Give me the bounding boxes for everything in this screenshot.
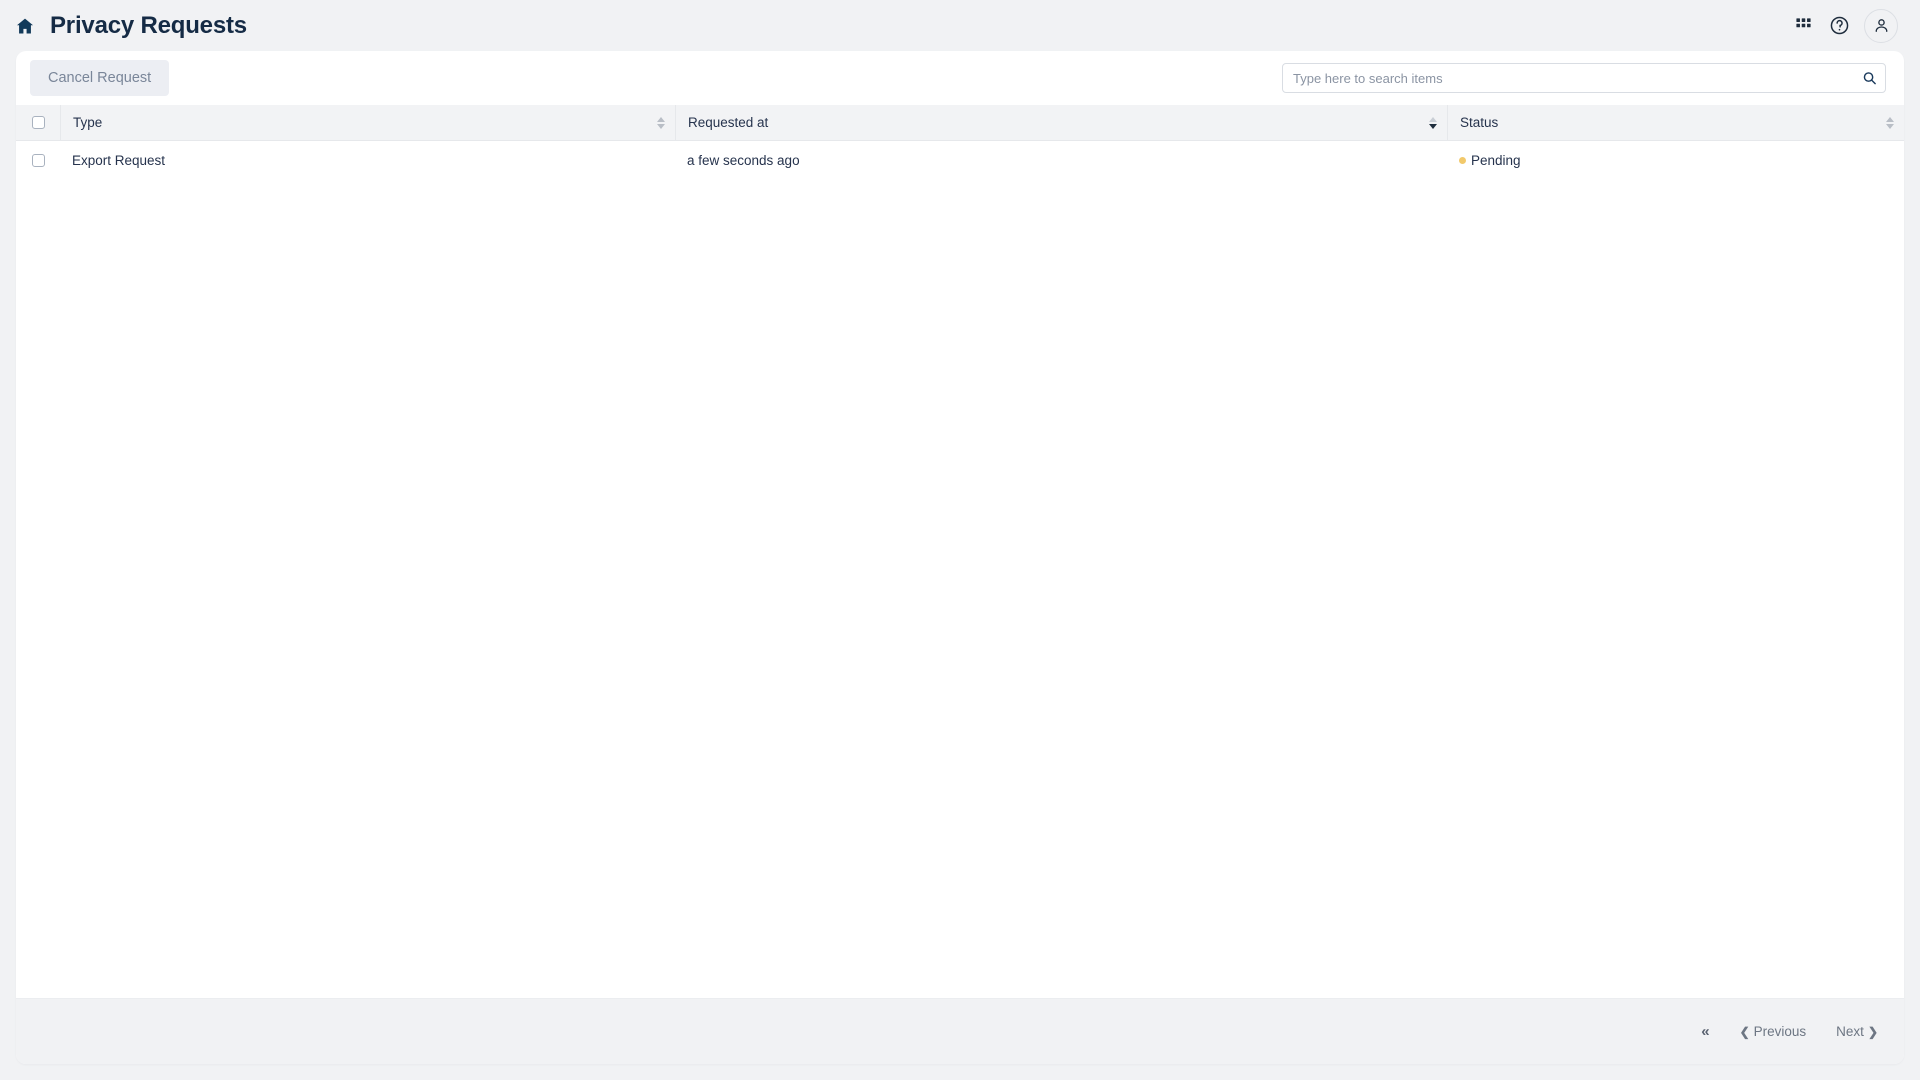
chevron-right-icon: ❯ <box>1867 1024 1878 1039</box>
row-checkbox[interactable] <box>31 153 45 167</box>
row-select-cell <box>16 153 60 167</box>
column-header-status-label: Status <box>1460 115 1499 130</box>
sort-icon-requested-at[interactable] <box>1429 116 1437 129</box>
help-circle-icon[interactable] <box>1828 15 1850 37</box>
select-all-checkbox[interactable] <box>31 116 45 129</box>
pagination-first-button[interactable]: « <box>1701 1023 1709 1040</box>
pagination-previous-label: Previous <box>1753 1024 1807 1039</box>
table-header-row: Type Requested at Status <box>16 105 1904 141</box>
home-icon[interactable] <box>14 15 36 37</box>
apps-grid-icon[interactable] <box>1792 15 1814 37</box>
search-input[interactable] <box>1282 63 1886 93</box>
cancel-request-button[interactable]: Cancel Request <box>30 59 170 97</box>
select-all-cell <box>16 116 60 129</box>
search-icon[interactable] <box>1862 71 1877 86</box>
user-avatar-icon[interactable] <box>1864 8 1898 43</box>
header-right-group <box>1792 8 1898 43</box>
column-header-type[interactable]: Type <box>60 105 675 140</box>
sort-icon-status[interactable] <box>1886 116 1894 129</box>
column-header-status[interactable]: Status <box>1447 105 1904 140</box>
content-card: Cancel Request Type R <box>16 51 1904 1064</box>
cell-requested-at: a few seconds ago <box>687 152 800 168</box>
pagination-previous-button[interactable]: ❮ Previous <box>1740 1024 1807 1039</box>
requests-table: Type Requested at Status Export Request … <box>16 105 1904 998</box>
sort-icon-type[interactable] <box>657 116 665 129</box>
app-header: Privacy Requests <box>0 0 1920 51</box>
cell-type: Export Request <box>72 152 166 168</box>
pagination-next-label: Next <box>1836 1024 1864 1039</box>
pagination-next-button[interactable]: Next ❯ <box>1836 1024 1878 1039</box>
status-badge: Pending <box>1471 152 1521 168</box>
table-toolbar: Cancel Request <box>16 51 1904 105</box>
search-box <box>1282 63 1886 93</box>
column-header-requested-at-label: Requested at <box>688 115 769 130</box>
table-empty-space <box>16 179 1904 998</box>
status-dot-icon <box>1459 156 1466 164</box>
table-row[interactable]: Export Request a few seconds ago Pending <box>16 141 1904 179</box>
page-title: Privacy Requests <box>50 11 247 39</box>
cell-status: Pending <box>1447 153 1904 168</box>
chevron-left-icon: ❮ <box>1739 1024 1750 1039</box>
column-header-type-label: Type <box>73 115 103 130</box>
header-left-group: Privacy Requests <box>14 12 247 40</box>
column-header-requested-at[interactable]: Requested at <box>675 105 1447 140</box>
pagination-bar: « ❮ Previous Next ❯ <box>16 998 1904 1064</box>
